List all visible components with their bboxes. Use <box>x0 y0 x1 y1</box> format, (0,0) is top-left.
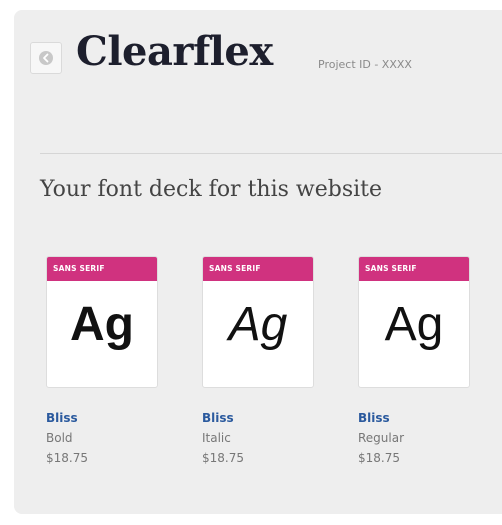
back-arrow-icon <box>39 51 53 65</box>
project-id-label: Project ID - XXXX <box>318 58 412 71</box>
font-price: $18.75 <box>46 451 88 465</box>
font-info: Bliss Bold $18.75 <box>46 408 158 468</box>
font-price: $18.75 <box>358 451 400 465</box>
font-info: Bliss Regular $18.75 <box>358 408 470 468</box>
font-card[interactable]: SANS SERIF Ag Bliss Regular $18.75 <box>358 256 470 468</box>
font-sample: Ag <box>384 298 444 351</box>
font-style: Regular <box>358 431 405 445</box>
header-divider <box>40 153 502 154</box>
font-card-preview[interactable]: SANS SERIF Ag <box>46 256 158 388</box>
section-title: Your font deck for this website <box>40 177 383 202</box>
page-title: Clearflex <box>76 28 273 75</box>
font-card[interactable]: SANS SERIF Ag Bliss Bold $18.75 <box>46 256 158 468</box>
font-card-preview[interactable]: SANS SERIF Ag <box>358 256 470 388</box>
font-style: Bold <box>46 431 73 445</box>
font-info: Bliss Italic $18.75 <box>202 408 314 468</box>
font-card-preview[interactable]: SANS SERIF Ag <box>202 256 314 388</box>
back-button[interactable] <box>30 42 62 74</box>
font-price: $18.75 <box>202 451 244 465</box>
font-card[interactable]: SANS SERIF Ag Bliss Italic $18.75 <box>202 256 314 468</box>
category-badge: SANS SERIF <box>359 257 469 281</box>
font-name-link[interactable]: Bliss <box>46 408 158 428</box>
font-style: Italic <box>202 431 231 445</box>
category-badge: SANS SERIF <box>47 257 157 281</box>
font-name-link[interactable]: Bliss <box>202 408 314 428</box>
font-name-link[interactable]: Bliss <box>358 408 470 428</box>
category-badge: SANS SERIF <box>203 257 313 281</box>
font-sample: Ag <box>70 298 134 351</box>
font-sample: Ag <box>228 298 288 351</box>
page-header: Clearflex Project ID - XXXX <box>30 28 488 90</box>
